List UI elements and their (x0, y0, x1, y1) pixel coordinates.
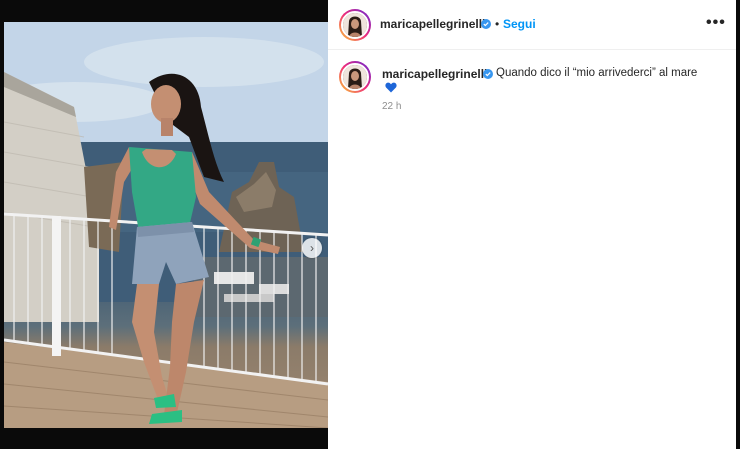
window-edge (736, 0, 740, 449)
media-bottom-bar (0, 428, 328, 449)
verified-badge-icon (483, 69, 493, 79)
blue-heart-icon (385, 82, 397, 93)
caption-text: Quando dico il “mio arrivederci” al mare (496, 67, 698, 79)
caption-avatar[interactable] (339, 61, 371, 93)
post-photo (4, 22, 328, 428)
header-avatar[interactable] (339, 9, 371, 41)
header-username[interactable]: maricapellegrinelli (380, 17, 485, 31)
post-header: maricapellegrinelli • Segui ••• (328, 0, 736, 50)
avatar-image (341, 63, 369, 91)
verified-badge-icon (481, 19, 491, 29)
carousel-next-button[interactable]: › (302, 238, 322, 258)
more-horizontal-icon[interactable]: ••• (706, 14, 726, 32)
post-timestamp[interactable]: 22 h (382, 101, 401, 112)
header-separator: • (495, 17, 500, 31)
post-media[interactable]: › (4, 22, 328, 428)
follow-button[interactable]: Segui (503, 17, 536, 31)
avatar-image (341, 11, 369, 39)
post-modal: › maricapellegrinelli • Segui ••• marica… (0, 0, 740, 449)
chevron-right-icon: › (310, 241, 314, 255)
caption-username[interactable]: maricapellegrinelli (382, 67, 487, 81)
